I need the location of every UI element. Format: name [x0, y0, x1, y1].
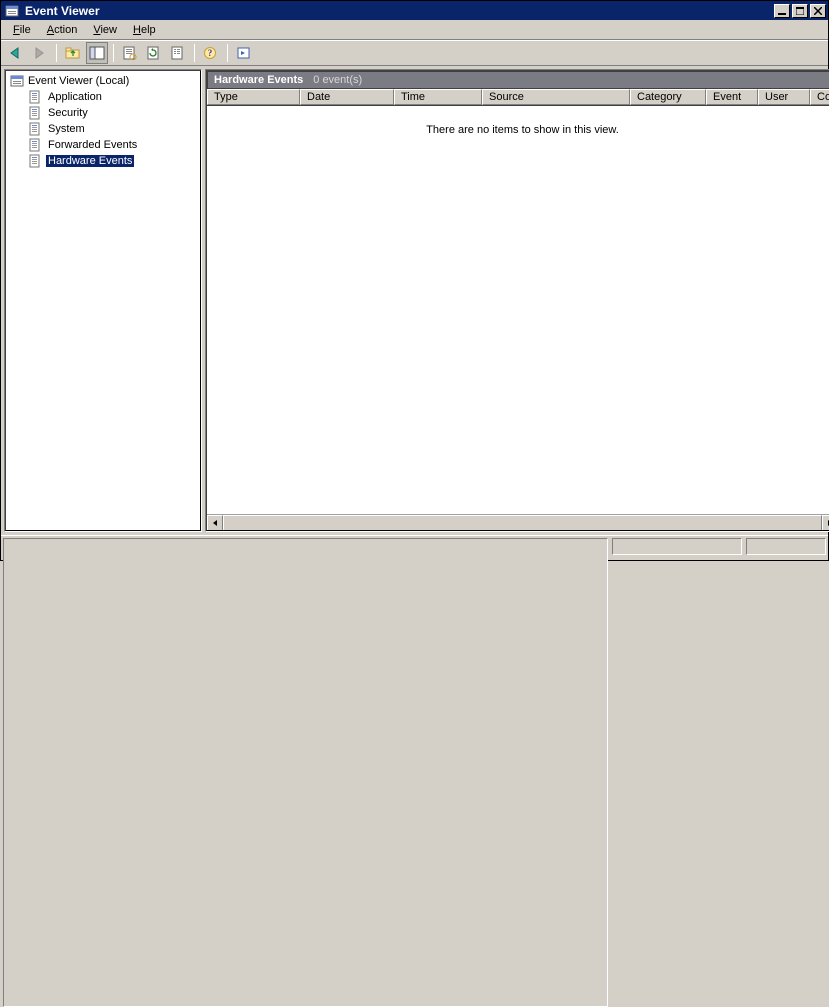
- tree-root-label: Event Viewer (Local): [28, 75, 129, 87]
- log-icon: [28, 90, 42, 104]
- close-button[interactable]: [810, 4, 826, 18]
- main-area: Event Viewer (Local) Application Security…: [1, 66, 828, 535]
- menu-action[interactable]: Action: [39, 22, 86, 38]
- toolbar-separator: [56, 44, 57, 62]
- show-hide-console-tree-button[interactable]: [86, 42, 108, 64]
- tree-item-application[interactable]: Application: [28, 89, 196, 105]
- column-header-co[interactable]: Co: [810, 89, 829, 105]
- up-folder-button[interactable]: [62, 42, 84, 64]
- tree-root[interactable]: Event Viewer (Local): [10, 73, 196, 89]
- log-icon: [28, 154, 42, 168]
- menu-bar: File Action View Help: [1, 20, 828, 40]
- event-viewer-root-icon: [10, 74, 24, 88]
- log-icon: [28, 138, 42, 152]
- scroll-left-button[interactable]: [207, 515, 223, 531]
- tree-item-label: Forwarded Events: [46, 139, 139, 151]
- toolbar-separator: [227, 44, 228, 62]
- tree-item-forwarded-events[interactable]: Forwarded Events: [28, 137, 196, 153]
- window-title: Event Viewer: [23, 4, 772, 18]
- tree-item-system[interactable]: System: [28, 121, 196, 137]
- menu-help[interactable]: Help: [125, 22, 164, 38]
- status-bar: [1, 535, 828, 557]
- tree-item-label: System: [46, 123, 87, 135]
- back-button[interactable]: [5, 42, 27, 64]
- menu-view[interactable]: View: [85, 22, 125, 38]
- properties-button[interactable]: [119, 42, 141, 64]
- title-bar: Event Viewer: [1, 1, 828, 20]
- tree-item-label: Security: [46, 107, 90, 119]
- tree-view[interactable]: Event Viewer (Local) Application Security…: [6, 71, 200, 171]
- toolbar-separator: [113, 44, 114, 62]
- refresh-button[interactable]: [143, 42, 165, 64]
- content-count: 0 event(s): [313, 74, 362, 86]
- column-header-event[interactable]: Event: [706, 89, 758, 105]
- forward-button[interactable]: [29, 42, 51, 64]
- horizontal-scrollbar[interactable]: [207, 514, 829, 530]
- column-header-source[interactable]: Source: [482, 89, 630, 105]
- scroll-thumb[interactable]: [223, 515, 822, 531]
- empty-message: There are no items to show in this view.: [207, 106, 829, 154]
- list-body[interactable]: There are no items to show in this view.: [207, 106, 829, 514]
- status-section-1: [612, 538, 742, 555]
- tree-children: Application Security System Forwarded Event…: [28, 89, 196, 169]
- tree-item-hardware-events[interactable]: Hardware Events: [28, 153, 196, 169]
- menu-file[interactable]: File: [5, 22, 39, 38]
- content-header: Hardware Events 0 event(s): [207, 71, 829, 89]
- scroll-right-button[interactable]: [822, 515, 829, 531]
- content-title: Hardware Events: [214, 74, 303, 86]
- column-headers: TypeDateTimeSourceCategoryEventUserCo: [207, 89, 829, 106]
- window-buttons: [772, 4, 826, 18]
- export-list-button[interactable]: [167, 42, 189, 64]
- app-icon: [5, 4, 19, 18]
- status-section-2: [746, 538, 826, 555]
- column-header-user[interactable]: User: [758, 89, 810, 105]
- maximize-button[interactable]: [792, 4, 808, 18]
- toolbar: ?: [1, 40, 828, 66]
- help-button[interactable]: ?: [200, 42, 222, 64]
- column-header-time[interactable]: Time: [394, 89, 482, 105]
- tree-pane: Event Viewer (Local) Application Security…: [4, 69, 202, 532]
- toolbar-extra-button[interactable]: [233, 42, 255, 64]
- log-icon: [28, 106, 42, 120]
- toolbar-separator: [194, 44, 195, 62]
- tree-item-label: Application: [46, 91, 104, 103]
- tree-item-label: Hardware Events: [46, 155, 134, 167]
- column-header-type[interactable]: Type: [207, 89, 300, 105]
- minimize-button[interactable]: [774, 4, 790, 18]
- log-icon: [28, 122, 42, 136]
- svg-text:?: ?: [208, 48, 213, 58]
- column-header-category[interactable]: Category: [630, 89, 706, 105]
- content-pane: Hardware Events 0 event(s) TypeDateTimeS…: [205, 69, 829, 532]
- status-main: [3, 538, 608, 1007]
- tree-item-security[interactable]: Security: [28, 105, 196, 121]
- column-header-date[interactable]: Date: [300, 89, 394, 105]
